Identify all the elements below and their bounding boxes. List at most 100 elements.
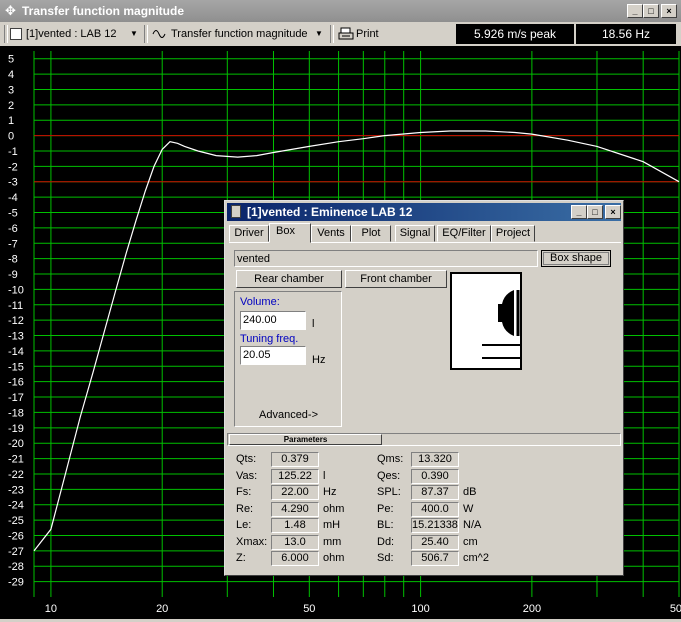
- param-label: Le:: [236, 519, 252, 531]
- param-value: 0.379: [271, 452, 319, 467]
- minimize-button[interactable]: _: [627, 4, 643, 18]
- printer-icon: [338, 27, 354, 40]
- y-tick-label: -24: [8, 500, 24, 512]
- param-value: 15.21338: [411, 518, 459, 533]
- y-tick-label: 1: [8, 115, 14, 127]
- tab-driver[interactable]: Driver: [229, 225, 269, 242]
- tab-vents[interactable]: Vents: [311, 225, 351, 242]
- dialog-close-button[interactable]: ×: [605, 205, 621, 219]
- y-tick-label: -21: [8, 454, 24, 466]
- tab-project[interactable]: Project: [491, 225, 535, 242]
- tab-box[interactable]: Box: [269, 223, 311, 243]
- y-tick-label: -22: [8, 469, 24, 481]
- param-label: Fs:: [236, 486, 252, 498]
- param-value: 6.000: [271, 551, 319, 566]
- x-tick-label: 20: [156, 603, 168, 615]
- y-tick-label: -1: [8, 146, 18, 158]
- y-tick-label: -28: [8, 561, 24, 573]
- param-unit: l: [323, 469, 326, 482]
- y-tick-label: -9: [8, 269, 18, 281]
- param-unit: mH: [323, 519, 341, 531]
- param-unit: mm: [323, 535, 342, 548]
- dialog-title: [1]vented : Eminence LAB 12: [247, 205, 413, 219]
- front-chamber-button[interactable]: Front chamber: [345, 270, 447, 288]
- param-value: 0.390: [411, 468, 459, 484]
- param-unit: ohm: [323, 552, 345, 564]
- parameters-tab[interactable]: Parameters: [229, 434, 382, 445]
- advanced-button[interactable]: Advanced->: [259, 409, 318, 421]
- param-unit: cm: [463, 535, 478, 548]
- y-tick-label: 2: [8, 100, 14, 112]
- tab-eq-filter[interactable]: EQ/Filter: [437, 225, 491, 242]
- y-tick-label: -26: [8, 530, 24, 542]
- param-value: 13.0: [271, 534, 319, 550]
- y-tick-label: 4: [8, 69, 14, 81]
- tuning-label: Tuning freq.: [240, 333, 299, 345]
- param-unit: W: [463, 502, 474, 515]
- box-name-field[interactable]: vented: [234, 250, 538, 267]
- rear-chamber-button[interactable]: Rear chamber: [236, 270, 342, 288]
- box-shape-preview: [450, 272, 522, 370]
- param-label: SPL:: [377, 486, 401, 498]
- param-label: Sd:: [377, 552, 394, 564]
- box-dialog: [1]vented : Eminence LAB 12 _ □ × Driver…: [224, 200, 624, 576]
- y-tick-label: -8: [8, 254, 18, 266]
- peak-readout: 5.926 m/s peak: [456, 24, 574, 44]
- y-tick-label: -17: [8, 392, 24, 404]
- tab-signal[interactable]: Signal: [395, 225, 435, 242]
- param-value: 400.0: [411, 501, 459, 517]
- y-tick-label: -11: [8, 300, 23, 312]
- param-label: Vas:: [236, 469, 258, 482]
- y-tick-label: -7: [8, 238, 18, 250]
- tuning-input[interactable]: 20.05: [240, 346, 306, 365]
- param-unit: N/A: [463, 519, 482, 531]
- param-value: 125.22: [271, 468, 319, 484]
- frequency-readout: 18.56 Hz: [576, 24, 676, 44]
- speaker-cone-icon: [482, 290, 520, 359]
- param-label: Qts:: [236, 453, 257, 465]
- chevron-down-icon: ▼: [130, 29, 138, 38]
- param-value: 87.37: [411, 485, 459, 500]
- dialog-maximize-button[interactable]: □: [587, 205, 603, 219]
- toolbar-separator: [330, 25, 334, 43]
- close-button[interactable]: ×: [661, 4, 677, 18]
- x-tick-label: 10: [45, 603, 57, 615]
- y-tick-label: -6: [8, 223, 18, 235]
- x-tick-label: 100: [411, 603, 429, 615]
- param-value: 1.48: [271, 518, 319, 533]
- y-tick-label: -18: [8, 407, 24, 419]
- window-title-bar[interactable]: ✥ Transfer function magnitude _ □ ×: [0, 0, 681, 22]
- view-select[interactable]: Transfer function magnitude ▼: [152, 25, 326, 43]
- param-value: 4.290: [271, 501, 319, 517]
- param-value: 22.00: [271, 485, 319, 500]
- y-tick-label: -16: [8, 377, 24, 389]
- maximize-button[interactable]: □: [643, 4, 659, 18]
- toolbar-grip: [4, 25, 8, 43]
- print-button[interactable]: Print: [338, 25, 398, 43]
- view-select-value: Transfer function magnitude: [171, 28, 308, 40]
- param-unit: ohm: [323, 502, 345, 515]
- y-tick-label: 0: [8, 131, 14, 143]
- param-label: Pe:: [377, 502, 394, 515]
- volume-input[interactable]: 240.00: [240, 311, 306, 330]
- y-tick-label: -23: [8, 484, 24, 496]
- param-label: Xmax:: [236, 535, 268, 548]
- param-label: Z:: [236, 552, 246, 564]
- param-unit: cm^2: [463, 552, 489, 564]
- param-label: Dd:: [377, 535, 395, 548]
- chevron-down-icon: ▼: [315, 29, 323, 38]
- tab-plot[interactable]: Plot: [351, 225, 391, 242]
- y-tick-label: -15: [8, 361, 24, 373]
- dialog-minimize-button[interactable]: _: [571, 205, 587, 219]
- y-tick-label: -14: [8, 346, 24, 358]
- x-tick-label: 50: [303, 603, 315, 615]
- param-label: Qes:: [377, 469, 401, 482]
- project-select[interactable]: [1]vented : LAB 12 ▼: [10, 25, 138, 43]
- project-select-value: [1]vented : LAB 12: [26, 28, 117, 40]
- y-tick-label: -29: [8, 577, 24, 589]
- box-shape-button[interactable]: Box shape: [541, 250, 611, 267]
- dialog-title-bar[interactable]: [1]vented : Eminence LAB 12 _ □ ×: [227, 203, 621, 221]
- crosshair-icon: ✥: [5, 3, 16, 18]
- print-label: Print: [356, 28, 379, 40]
- volume-label: Volume:: [240, 296, 280, 308]
